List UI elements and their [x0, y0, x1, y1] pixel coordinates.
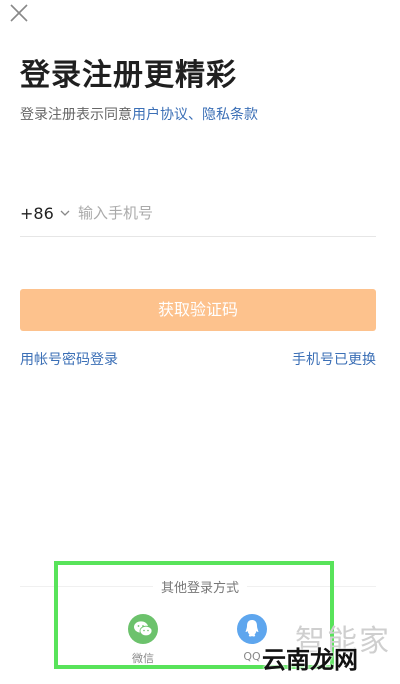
page-title: 登录注册更精彩 [20, 58, 237, 93]
password-login-link[interactable]: 用帐号密码登录 [20, 349, 118, 369]
agreement-separator: 、 [188, 107, 202, 123]
phone-row: +86 [20, 196, 376, 237]
privacy-policy-link[interactable]: 隐私条款 [202, 107, 258, 123]
phone-input[interactable] [78, 200, 368, 226]
country-code-select[interactable]: +86 [20, 204, 54, 223]
get-code-button[interactable]: 获取验证码 [20, 289, 376, 331]
phone-changed-link[interactable]: 手机号已更换 [292, 349, 376, 369]
user-agreement-link[interactable]: 用户协议 [132, 107, 188, 123]
agreement-prefix: 登录注册表示同意 [20, 107, 132, 123]
agreement-text: 登录注册表示同意用户协议、隐私条款 [20, 104, 258, 124]
site-watermark: 云南龙网 [262, 646, 358, 674]
close-icon[interactable] [8, 2, 30, 24]
chevron-down-icon[interactable] [60, 208, 70, 218]
